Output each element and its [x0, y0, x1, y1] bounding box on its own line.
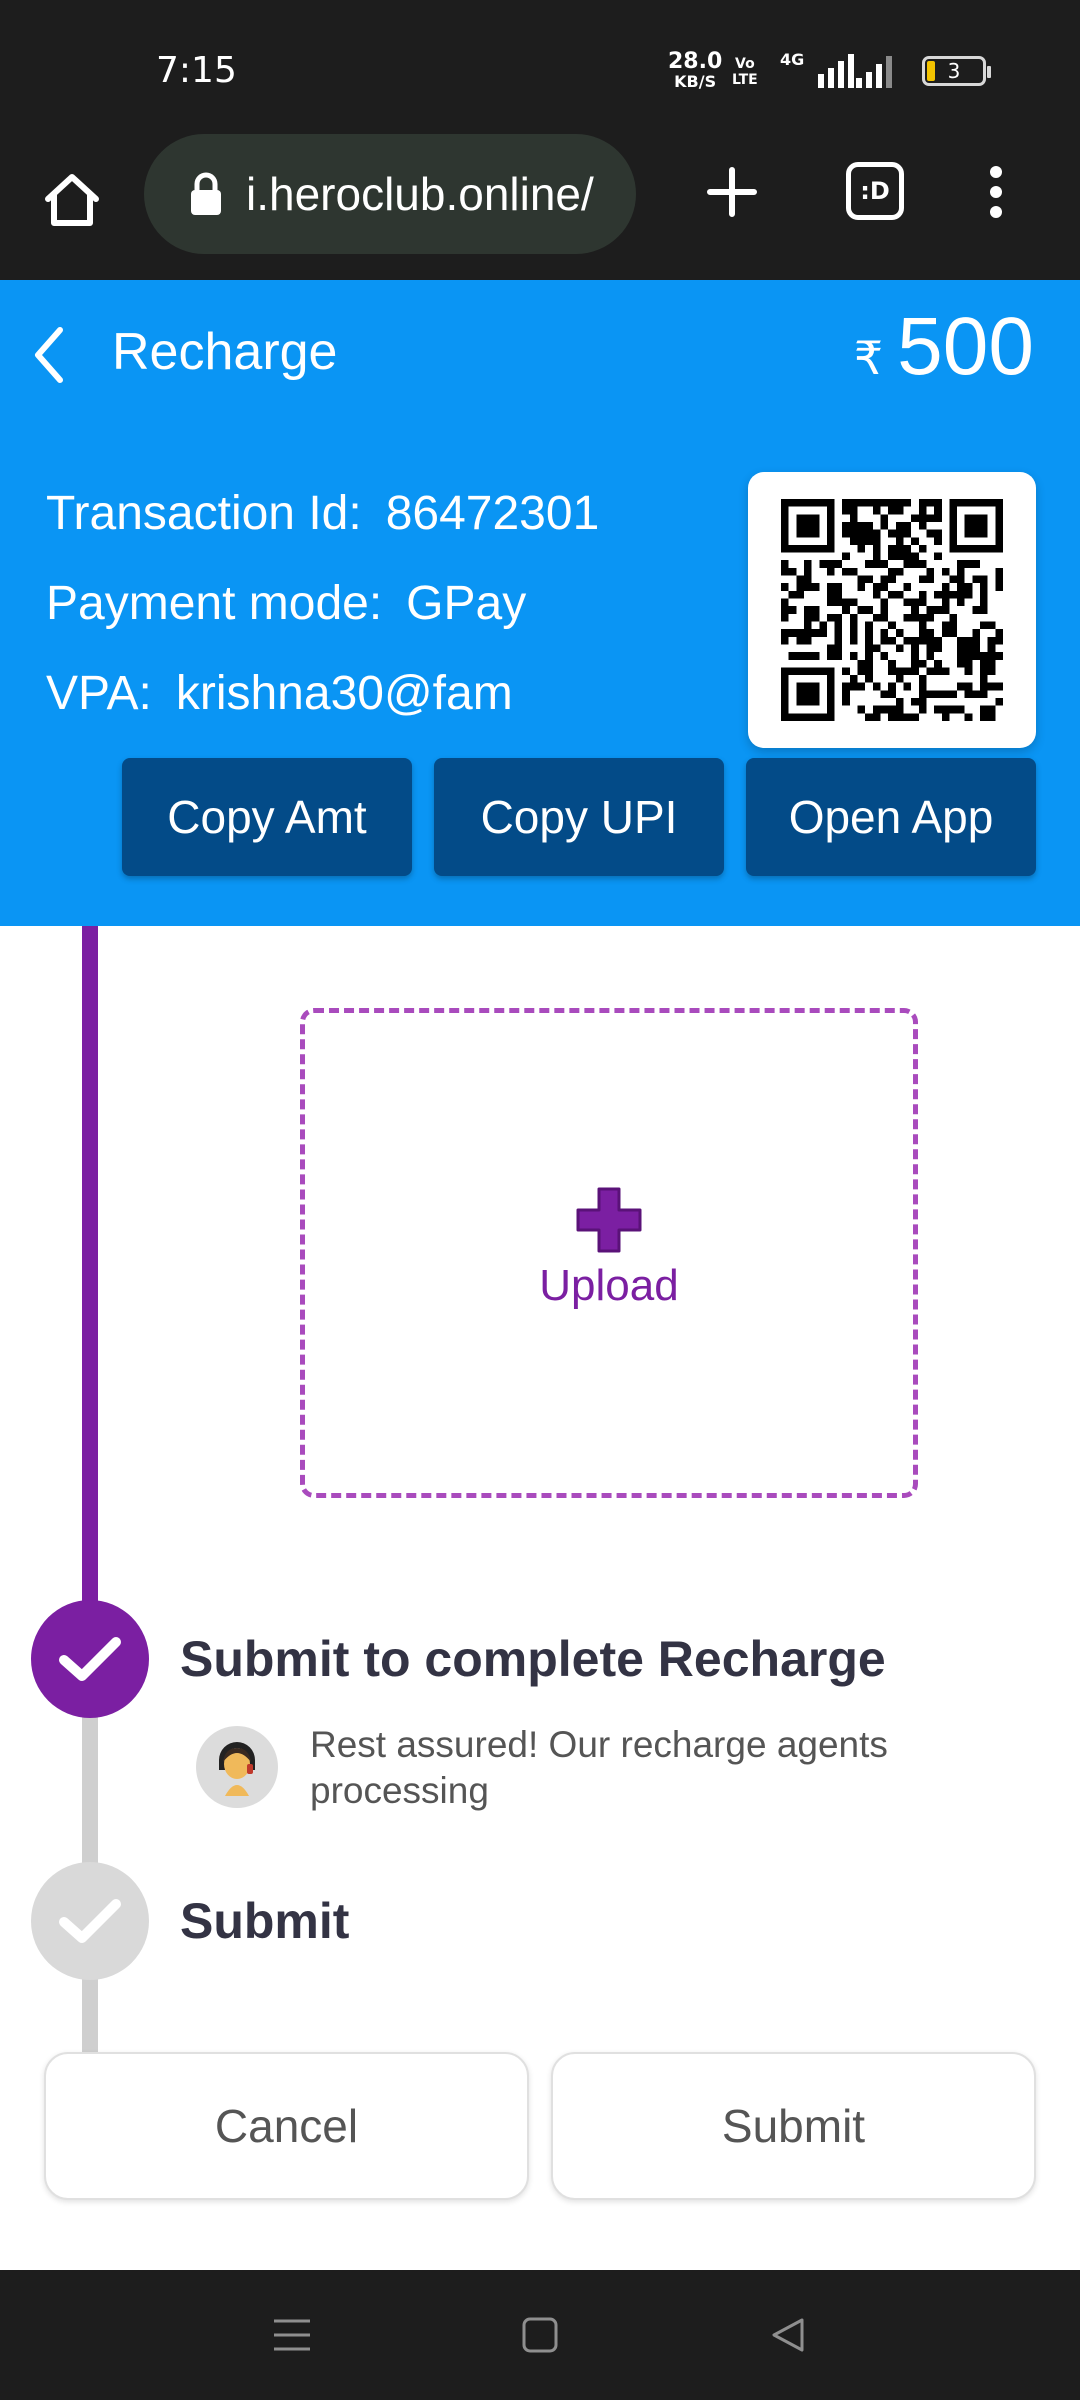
- home-square-icon[interactable]: [516, 2311, 564, 2359]
- back-button[interactable]: [32, 320, 72, 390]
- page-title: Recharge: [112, 323, 338, 381]
- transaction-id-label: Transaction Id:: [46, 487, 362, 540]
- volte-line2: LTE: [732, 72, 758, 88]
- home-button[interactable]: [36, 164, 108, 236]
- plus-icon: [576, 1187, 642, 1253]
- transaction-id-value: 86472301: [385, 487, 600, 540]
- recharge-amount: ₹ 500: [854, 300, 1034, 394]
- transaction-id-row: Transaction Id: 86472301: [46, 486, 599, 541]
- home-icon: [45, 174, 99, 226]
- agent-message: Rest assured! Our recharge agents proces…: [310, 1724, 888, 1811]
- currency-symbol: ₹: [853, 332, 884, 384]
- payment-mode-row: Payment mode: GPay: [46, 576, 526, 631]
- amount-value: 500: [897, 301, 1034, 392]
- network-speed-unit: KB/S: [674, 72, 717, 91]
- menu-icon[interactable]: [268, 2311, 316, 2359]
- plus-icon: [707, 167, 757, 217]
- step-pending-indicator: [31, 1862, 149, 1980]
- battery-level: 3: [947, 59, 961, 83]
- signal-strength-icon: [818, 54, 854, 88]
- copy-amount-button[interactable]: Copy Amt: [122, 758, 412, 876]
- lock-icon: [184, 164, 228, 224]
- copy-upi-button[interactable]: Copy UPI: [434, 758, 724, 876]
- cancel-button[interactable]: Cancel: [44, 2052, 529, 2200]
- url-text: i.heroclub.online/: [246, 168, 594, 220]
- back-triangle-icon[interactable]: [764, 2311, 812, 2359]
- address-bar[interactable]: i.heroclub.online/: [144, 134, 636, 254]
- battery-icon: 3: [922, 56, 991, 86]
- agent-avatar: [196, 1726, 278, 1808]
- qr-code-icon: [781, 499, 1003, 721]
- step-complete-indicator: [31, 1600, 149, 1718]
- step-title-submit: Submit: [180, 1893, 350, 1949]
- volte-line1: Vo: [735, 56, 755, 72]
- check-icon: [59, 1637, 121, 1681]
- upload-dropzone[interactable]: Upload: [300, 1008, 918, 1498]
- action-buttons: Cancel Submit: [44, 2052, 1036, 2200]
- network-type: 4G: [780, 50, 805, 69]
- status-bar: 7:15 28.0 KB/S Vo LTE 4G 3: [0, 0, 1080, 130]
- payment-mode-value: GPay: [406, 577, 527, 630]
- network-speed-value: 28.0: [668, 49, 723, 74]
- vpa-label: VPA:: [46, 667, 152, 720]
- status-time: 7:15: [156, 50, 237, 91]
- more-vert-icon[interactable]: [978, 160, 1014, 224]
- tabs-icon: :D: [860, 177, 890, 205]
- submit-button[interactable]: Submit: [551, 2052, 1036, 2200]
- chevron-left-icon: [35, 327, 63, 383]
- network-speed: 28.0 KB/S: [668, 49, 723, 92]
- recharge-header: Recharge ₹ 500 Transaction Id: 86472301 P…: [0, 280, 1080, 926]
- open-app-button[interactable]: Open App: [746, 758, 1036, 876]
- check-icon: [59, 1899, 121, 1943]
- support-agent-icon: [219, 1742, 255, 1796]
- system-nav-bar: [0, 2270, 1080, 2400]
- upload-label: Upload: [539, 1261, 679, 1310]
- vpa-row: VPA: krishna30@fam: [46, 666, 513, 721]
- qr-code-card: [748, 472, 1036, 748]
- step-title-submit-complete: Submit to complete Recharge: [180, 1631, 886, 1687]
- signal-strength-2-icon: [856, 54, 892, 88]
- vpa-value: krishna30@fam: [175, 667, 513, 720]
- new-tab-button[interactable]: [700, 160, 764, 224]
- tabs-button[interactable]: :D: [846, 162, 904, 220]
- browser-toolbar: i.heroclub.online/ :D: [0, 130, 1080, 280]
- payment-mode-label: Payment mode:: [46, 577, 383, 630]
- volte-indicator: Vo LTE: [732, 56, 758, 88]
